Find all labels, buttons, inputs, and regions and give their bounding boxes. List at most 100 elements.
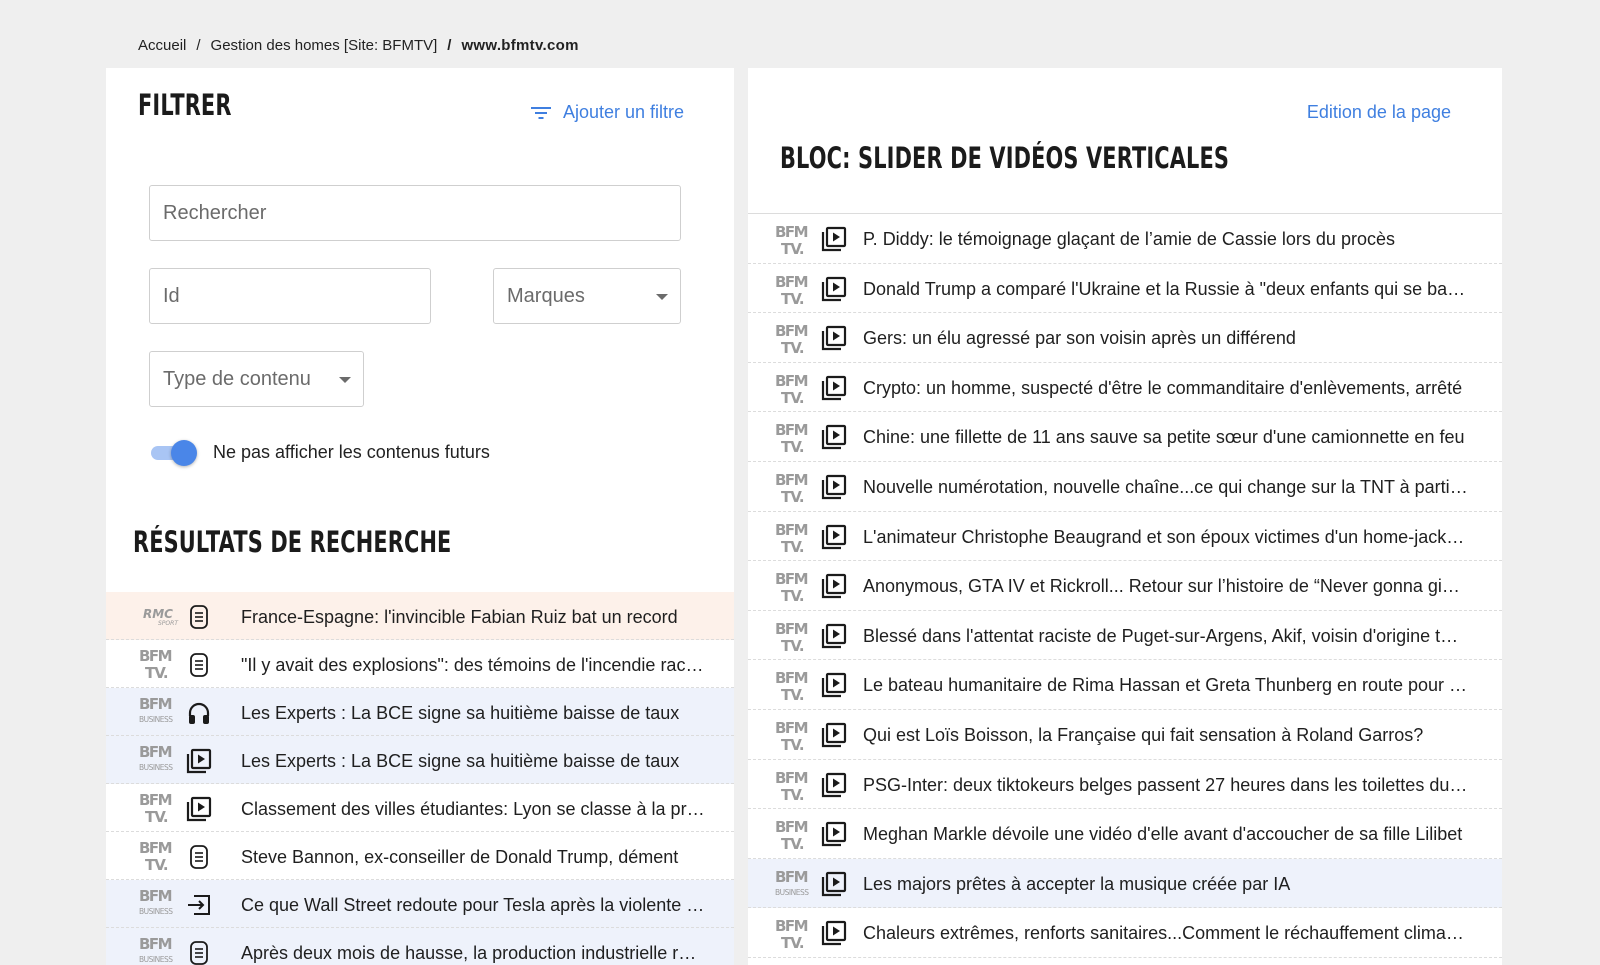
bfm-tv-logo: BFMTV. xyxy=(775,273,809,308)
brand-logo: BFM TV. xyxy=(774,520,816,561)
bloc-video-row[interactable]: BFM TV. Anonymous, GTA IV et Rickroll... R… xyxy=(748,561,1502,611)
content-type-icon xyxy=(821,821,847,852)
bloc-video-row[interactable]: BFM TV. Nouvelle numérotation, nouvelle ch… xyxy=(748,461,1502,512)
svg-text:BFM: BFM xyxy=(139,887,172,905)
article-icon xyxy=(190,941,208,965)
svg-text:BFM: BFM xyxy=(775,322,808,340)
rmc-sport-logo: RMCSPORT xyxy=(143,607,179,627)
svg-text:BFM: BFM xyxy=(775,719,808,737)
brand-logo: BFM TV. xyxy=(774,569,816,610)
results-list: RMC SPORT France-Espagne: l'invincible Fab… xyxy=(106,592,734,965)
bfm-tv-logo: BFMTV. xyxy=(775,223,809,258)
result-row[interactable]: BFM BUSINESS Les Experts : La BCE signe sa… xyxy=(106,736,734,784)
add-filter-button[interactable]: Ajouter un filtre xyxy=(530,102,684,123)
filter-title: FILTRER xyxy=(138,88,232,122)
result-row-title: Les Experts : La BCE signe sa huitième b… xyxy=(241,703,680,723)
result-row-title: Ce que Wall Street redoute pour Tesla ap… xyxy=(241,895,706,915)
video-playlist-icon xyxy=(821,772,847,797)
brand-logo: BFM BUSINESS xyxy=(774,867,816,908)
bloc-video-row-title: Les majors prêtes à accepter la musique … xyxy=(863,873,1291,894)
bloc-video-row[interactable]: BFM TV. Blessé dans l'attentat raciste de … xyxy=(748,610,1502,661)
result-row[interactable]: RMC SPORT France-Espagne: l'invincible Fab… xyxy=(106,592,734,640)
brand-logo: BFM TV. xyxy=(774,371,816,412)
article-icon xyxy=(190,845,208,869)
future-content-toggle[interactable] xyxy=(149,440,197,466)
bloc-video-row[interactable]: BFM TV. L'animateur Christophe Beaugrand e… xyxy=(748,511,1502,562)
video-playlist-icon xyxy=(821,326,847,351)
bloc-video-row[interactable]: BFM TV. Meghan Markle dévoile une vidéo d'… xyxy=(748,809,1502,859)
result-row[interactable]: BFM TV. Classement des villes étudiantes: … xyxy=(106,784,734,832)
brand-logo: BFM TV. xyxy=(774,222,816,263)
svg-text:TV.: TV. xyxy=(781,736,804,754)
bloc-video-row[interactable]: BFM TV. Chine: une fillette de 11 ans sauv… xyxy=(748,412,1502,462)
article-icon xyxy=(190,605,208,629)
content-type-select-value: Type de contenu xyxy=(163,367,311,390)
bloc-video-row-title: Qui est Loïs Boisson, la Française qui f… xyxy=(863,724,1424,745)
svg-text:TV.: TV. xyxy=(781,934,804,952)
result-row-title: Après deux mois de hausse, la production… xyxy=(241,943,706,963)
content-type-icon xyxy=(821,424,847,455)
filter-panel: FILTRER Ajouter un filtre Rechercher Id … xyxy=(106,68,734,965)
content-type-select[interactable]: Type de contenu xyxy=(149,351,364,407)
svg-text:BUSINESS: BUSINESS xyxy=(775,888,809,897)
id-input[interactable]: Id xyxy=(149,268,431,324)
svg-text:TV.: TV. xyxy=(781,488,804,506)
brand-logo: BFM BUSINESS xyxy=(138,934,180,965)
svg-text:BFM: BFM xyxy=(775,521,808,539)
svg-text:BUSINESS: BUSINESS xyxy=(139,955,173,964)
bloc-video-row[interactable]: BFM TV. P. Diddy: le témoignage glaçant de… xyxy=(748,214,1502,264)
brand-select[interactable]: Marques xyxy=(493,268,681,324)
bloc-video-row[interactable]: BFM TV. Qui est Loïs Boisson, la Française… xyxy=(748,709,1502,760)
bfm-tv-logo: BFMTV. xyxy=(775,818,809,853)
svg-text:TV.: TV. xyxy=(781,389,804,407)
breadcrumb-section[interactable]: Gestion des homes [Site: BFMTV] xyxy=(211,37,438,54)
bfm-business-logo: BFM BUSINESS xyxy=(139,887,174,916)
video-playlist-icon xyxy=(821,822,847,847)
video-playlist-icon xyxy=(821,921,847,946)
result-row[interactable]: BFM BUSINESS Ce que Wall Street redoute po… xyxy=(106,880,734,928)
breadcrumb-home[interactable]: Accueil xyxy=(138,37,186,54)
bloc-video-row[interactable]: BFM TV. PSG-Inter: deux tiktokeurs belges … xyxy=(748,759,1502,810)
svg-text:BFM: BFM xyxy=(775,620,808,638)
svg-text:BFM: BFM xyxy=(775,421,808,439)
bfm-business-logo: BFM BUSINESS xyxy=(139,935,174,964)
bloc-video-row[interactable]: BFM TV. Le bateau humanitaire de Rima Hass… xyxy=(748,660,1502,710)
brand-select-value: Marques xyxy=(507,284,585,307)
toggle-knob xyxy=(171,440,197,466)
result-row[interactable]: BFM BUSINESS Les Experts : La BCE signe sa… xyxy=(106,688,734,736)
video-playlist-icon xyxy=(186,748,212,774)
bloc-video-row[interactable]: BFM TV. Donald Trump a comparé l'Ukraine e… xyxy=(748,263,1502,314)
bloc-video-row[interactable]: BFM TV. Gers: un élu agressé par son voisi… xyxy=(748,313,1502,363)
bloc-video-list: BFM TV. P. Diddy: le témoignage glaçant de… xyxy=(748,214,1502,958)
content-type-icon xyxy=(186,652,212,683)
breadcrumb-current: www.bfmtv.com xyxy=(461,37,579,54)
redirect-icon xyxy=(188,895,210,915)
result-row[interactable]: BFM TV. Steve Bannon, ex-conseiller de Don… xyxy=(106,832,734,880)
brand-logo: BFM TV. xyxy=(138,646,180,687)
brand-logo: BFM TV. xyxy=(774,768,816,809)
results-title: RÉSULTATS DE RECHERCHE xyxy=(133,525,452,559)
content-type-icon xyxy=(821,772,847,803)
result-row[interactable]: BFM TV. "Il y avait des explosions": des t… xyxy=(106,640,734,688)
svg-text:BUSINESS: BUSINESS xyxy=(139,907,173,916)
content-type-icon xyxy=(186,796,212,827)
bloc-title: BLOC: SLIDER DE VIDÉOS VERTICALES xyxy=(780,141,1230,175)
bloc-video-row[interactable]: BFM TV. Crypto: un homme, suspecté d'être … xyxy=(748,362,1502,413)
bfm-tv-logo: BFMTV. xyxy=(775,521,809,556)
brand-logo: BFM TV. xyxy=(774,420,816,461)
brand-logo: BFM TV. xyxy=(774,718,816,759)
svg-text:RMC: RMC xyxy=(143,607,173,621)
video-playlist-icon xyxy=(821,276,847,301)
edit-page-link[interactable]: Edition de la page xyxy=(1307,102,1451,123)
bloc-video-row[interactable]: BFM BUSINESS Les majors prêtes à accepter … xyxy=(748,858,1502,909)
content-type-icon xyxy=(821,375,847,406)
content-type-icon xyxy=(821,871,847,902)
result-row[interactable]: BFM BUSINESS Après deux mois de hausse, la… xyxy=(106,928,734,965)
bloc-video-row[interactable]: BFM TV. Chaleurs extrêmes, renforts sanita… xyxy=(748,908,1502,958)
search-input[interactable]: Rechercher xyxy=(149,185,681,241)
breadcrumb-separator: / xyxy=(196,37,201,54)
content-type-icon xyxy=(821,623,847,654)
bfm-tv-logo: BFMTV. xyxy=(775,669,809,704)
bloc-video-row-title: Chaleurs extrêmes, renforts sanitaires..… xyxy=(863,923,1468,944)
breadcrumb-separator: / xyxy=(447,37,452,54)
